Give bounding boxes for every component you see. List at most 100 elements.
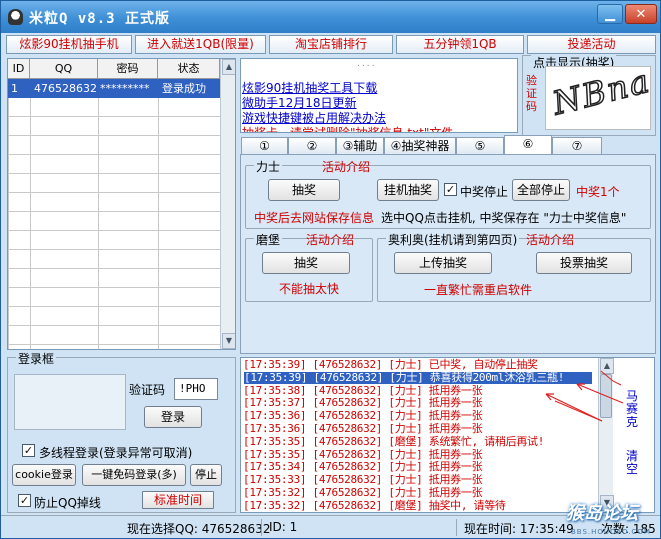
captcha-label: 验证码 (526, 74, 537, 113)
group-mobao: 磨堡 活动介绍 抽奖 不能抽太快 (245, 231, 373, 302)
title-bar[interactable]: 米粒Q v8.3 正式版 ▁ ✕ (1, 1, 660, 33)
stop-on-win-checkbox[interactable]: ✓ (444, 183, 457, 196)
watermark-logo: 猴岛论坛 (566, 503, 638, 524)
save-notice: 中奖后去网站保存信息 (254, 211, 375, 225)
log-line[interactable]: [17:35:35] [476528632] [力士] 抵用券一张 (243, 448, 483, 461)
scroll-up-arrow-icon[interactable]: ▲ (222, 59, 235, 75)
promo-button-phone[interactable]: 炫影90挂机抽手机 (6, 35, 132, 54)
log-line[interactable]: [17:35:32] [476528632] [磨堡] 抽奖中, 请等待 (243, 499, 506, 512)
promo-button-delivery[interactable]: 投递活动 (527, 35, 656, 54)
column-header-password[interactable]: 密码 (98, 59, 158, 79)
olympics-warning: 一直繁忙需重启软件 (424, 283, 533, 297)
group-title-olympics: 奥利奥(挂机请到第四页) (386, 231, 520, 248)
column-header-status[interactable]: 状态 (158, 59, 220, 79)
promo-button-taobao[interactable]: 淘宝店铺排行 (269, 35, 393, 54)
stop-login-button[interactable]: 停止 (190, 464, 222, 486)
group-title-lishi: 力士 (254, 158, 283, 175)
activity-link-lishi[interactable]: 活动介绍 (322, 158, 370, 175)
status-id: ID: 1 (269, 520, 298, 534)
status-bar: 现在选择QQ: 476528632 ID: 1 现在时间: 17:35:49 次… (1, 515, 660, 538)
captcha-group: 点击显示(抽奖) 验证码 NBna (522, 54, 656, 136)
activity-link-olympics[interactable]: 活动介绍 (526, 231, 574, 248)
tab-5[interactable]: ⑤ (456, 137, 504, 155)
news-dots: .... (357, 59, 377, 69)
log-list[interactable]: [17:35:39] [476528632] [力士] 已中奖, 自动停止抽奖[… (240, 357, 655, 513)
winner-count: 中奖1个 (576, 185, 620, 199)
table-row[interactable]: 1 476528632 ********* 登录成功 (8, 79, 220, 98)
lishi-draw-button[interactable]: 抽奖 (268, 179, 340, 201)
log-line[interactable]: [17:35:39] [476528632] [力士] 恭喜获得200ml沐浴乳… (244, 371, 592, 384)
grid-line (158, 59, 159, 349)
log-scroll-up-arrow-icon[interactable]: ▲ (600, 358, 614, 374)
one-key-login-button[interactable]: 一键免码登录(多) (82, 464, 186, 486)
standard-time-button[interactable]: 标准时间 (142, 491, 214, 509)
vote-draw-button[interactable]: 投票抽奖 (536, 252, 632, 274)
tab-6[interactable]: ⑥ (504, 135, 552, 155)
news-panel: .... 炫影90挂机抽奖工具下载 微助手12月18日更新 游戏快捷键被占用解决… (240, 58, 518, 133)
scroll-down-arrow-icon[interactable]: ▼ (222, 333, 235, 349)
cell-status: 登录成功 (162, 82, 206, 95)
log-line[interactable]: [17:35:38] [476528632] [力士] 抵用券一张 (243, 384, 483, 397)
tab-panel: 力士 活动介绍 抽奖 挂机抽奖 ✓ 中奖停止 全部停止 中奖1个 中奖后去网站保… (240, 154, 656, 354)
status-separator (261, 519, 262, 536)
minimize-button[interactable]: ▁ (597, 4, 623, 24)
cell-id: 1 (11, 82, 18, 95)
promo-bar: 炫影90挂机抽手机 进入就送1QB(限量) 淘宝店铺排行 五分钟领1QB 投递活… (1, 35, 660, 55)
log-line[interactable]: [17:35:36] [476528632] [力士] 抵用券一张 (243, 410, 483, 422)
account-scrollbar[interactable]: ▲ ▼ (220, 59, 235, 349)
group-olympics: 奥利奥(挂机请到第四页) 活动介绍 上传抽奖 投票抽奖 一直繁忙需重启软件 (377, 231, 651, 302)
clear-link[interactable]: 清空 (625, 450, 639, 476)
penguin-icon (8, 9, 23, 25)
captcha-image[interactable]: NBna (545, 66, 651, 130)
hang-hint: 选中QQ点击挂机, 中奖保存在 "力士中奖信息" (381, 211, 627, 225)
log-line[interactable]: [17:35:33] [476528632] [力士] 抵用券一张 (243, 474, 483, 486)
group-lishi: 力士 活动介绍 抽奖 挂机抽奖 ✓ 中奖停止 全部停止 中奖1个 中奖后去网站保… (245, 158, 651, 229)
login-captcha-label: 验证码 (129, 383, 166, 397)
window-title: 米粒Q v8.3 正式版 (29, 11, 171, 27)
log-line[interactable]: [17:35:35] [476528632] [磨堡] 系统繁忙, 请稍后再试! (243, 435, 544, 448)
tab-4-lottery-tool[interactable]: ④抽奖神器 (384, 137, 456, 155)
close-button[interactable]: ✕ (625, 4, 657, 24)
cell-password: ********* (100, 82, 150, 95)
captcha-input[interactable]: !PHO (174, 378, 218, 400)
log-scrollbar[interactable]: ▲ ▼ (598, 358, 614, 512)
watermark-sub: BBS.HOUDAO.COM (571, 528, 651, 536)
mobao-warning: 不能抽太快 (279, 282, 340, 296)
status-time: 现在时间: 17:35:49 (464, 522, 574, 536)
login-title: 登录框 (16, 350, 57, 367)
column-header-id[interactable]: ID (8, 59, 30, 79)
mosaic-link[interactable]: 马赛克 (625, 390, 639, 429)
mobao-draw-button[interactable]: 抽奖 (262, 252, 350, 274)
log-scroll-thumb[interactable] (600, 374, 612, 418)
login-button[interactable]: 登录 (144, 406, 202, 428)
tab-7[interactable]: ⑦ (552, 137, 602, 155)
column-header-qq[interactable]: QQ (30, 59, 98, 79)
tab-3-assist[interactable]: ③辅助 (336, 137, 384, 155)
tab-1[interactable]: ① (241, 137, 288, 155)
log-line[interactable]: [17:35:36] [476528632] [力士] 抵用券一张 (243, 423, 483, 435)
stop-all-button[interactable]: 全部停止 (512, 179, 570, 201)
log-line[interactable]: [17:35:39] [476528632] [力士] 已中奖, 自动停止抽奖 (243, 359, 538, 371)
group-title-mobao: 磨堡 (254, 231, 283, 248)
status-separator (456, 519, 457, 536)
main-window: 米粒Q v8.3 正式版 ▁ ✕ 炫影90挂机抽手机 进入就送1QB(限量) 淘… (0, 0, 661, 539)
activity-link-mobao[interactable]: 活动介绍 (306, 231, 354, 248)
promo-button-qb-limited[interactable]: 进入就送1QB(限量) (135, 35, 266, 54)
stop-on-win-label: 中奖停止 (460, 185, 509, 199)
promo-button-five-min[interactable]: 五分钟领1QB (396, 35, 524, 54)
anti-drop-checkbox[interactable]: ✓ (18, 494, 31, 507)
captcha-text: NBna (548, 66, 651, 123)
cookie-login-button[interactable]: cookie登录 (12, 464, 76, 486)
upload-draw-button[interactable]: 上传抽奖 (394, 252, 492, 274)
multi-thread-checkbox[interactable]: ✓ (22, 444, 35, 457)
anti-drop-label: 防止QQ掉线 (34, 496, 101, 510)
tab-strip: ① ② ③辅助 ④抽奖神器 ⑤ ⑥ ⑦ (241, 135, 656, 155)
log-line[interactable]: [17:35:34] [476528632] [力士] 抵用券一张 (243, 461, 483, 473)
tab-2[interactable]: ② (288, 137, 336, 155)
log-line[interactable]: [17:35:32] [476528632] [力士] 抵用券一张 (243, 487, 483, 499)
account-table[interactable]: ID QQ 密码 状态 1 476528632 ********* 登录成功 ▲… (7, 58, 236, 350)
log-line[interactable]: [17:35:37] [476528632] [力士] 抵用券一张 (243, 397, 483, 409)
news-link-delete-file[interactable]: 抽奖卡，请尝试删除"抽奖信息.txt"文件 (242, 124, 453, 132)
login-captcha-preview (14, 374, 126, 430)
hang-draw-button[interactable]: 挂机抽奖 (377, 179, 439, 201)
